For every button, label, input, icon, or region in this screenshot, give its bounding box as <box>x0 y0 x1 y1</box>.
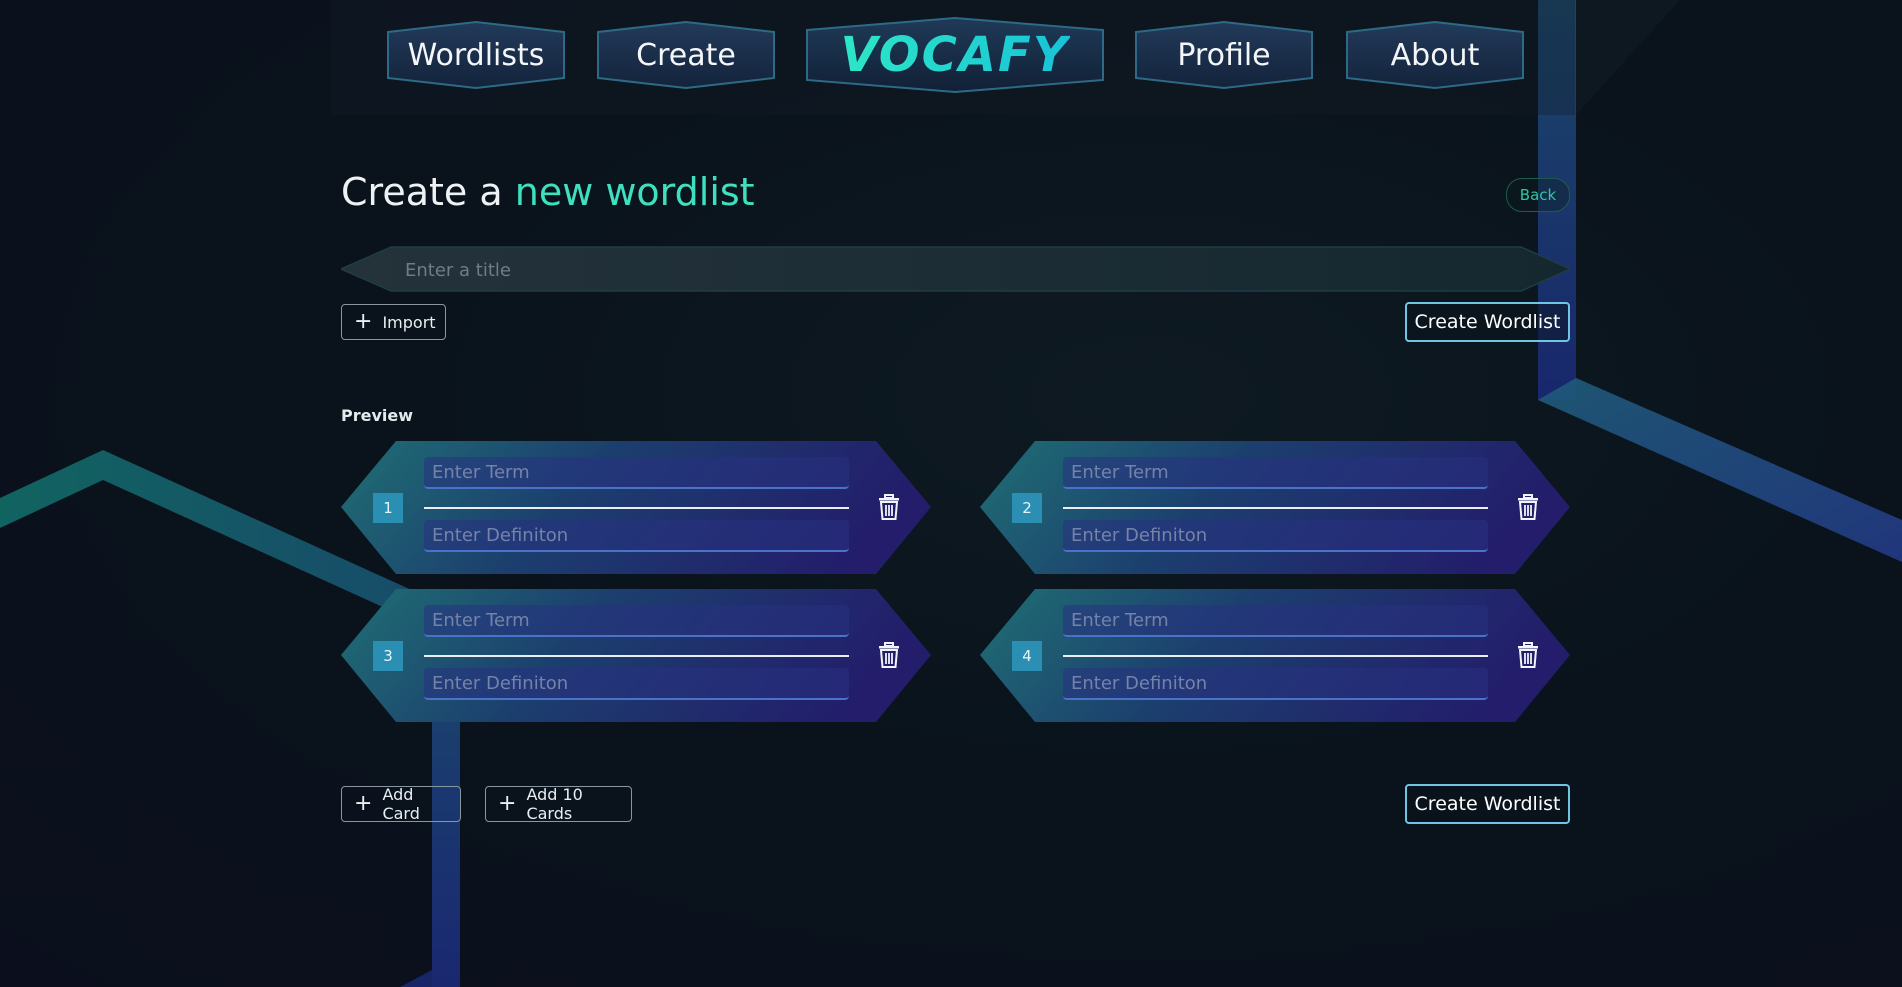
term-input[interactable] <box>424 457 849 489</box>
top-nav: Wordlists Create VOCAFY Profile About <box>0 16 1902 100</box>
trash-icon[interactable] <box>1516 494 1540 520</box>
trash-icon[interactable] <box>877 494 901 520</box>
card: 3 <box>341 589 931 722</box>
title-input[interactable] <box>403 253 1507 287</box>
definition-input[interactable] <box>424 520 849 552</box>
import-button[interactable]: + Import <box>341 304 446 340</box>
preview-label: Preview <box>341 406 414 425</box>
card-number: 2 <box>1012 493 1042 523</box>
card-divider <box>1063 507 1488 509</box>
card-divider <box>1063 655 1488 657</box>
definition-input[interactable] <box>1063 520 1488 552</box>
card-number: 1 <box>373 493 403 523</box>
create-wordlist-button-top[interactable]: Create Wordlist <box>1405 302 1570 342</box>
card: 1 <box>341 441 931 574</box>
create-wordlist-button-bottom[interactable]: Create Wordlist <box>1405 784 1570 824</box>
page-title: Create a new wordlist <box>341 170 755 214</box>
card: 2 <box>980 441 1570 574</box>
title-input-container <box>341 245 1570 293</box>
nav-item-wordlists[interactable]: Wordlists <box>380 20 572 90</box>
add-card-button[interactable]: + Add Card <box>341 785 461 823</box>
nav-item-about[interactable]: About <box>1339 20 1531 90</box>
nav-item-create[interactable]: Create <box>590 20 782 90</box>
trash-icon[interactable] <box>877 642 901 668</box>
trash-icon[interactable] <box>1516 642 1540 668</box>
nav-logo-home[interactable]: VOCAFY <box>801 16 1109 94</box>
back-button[interactable]: Back <box>1506 178 1570 212</box>
card: 4 <box>980 589 1570 722</box>
card-number: 4 <box>1012 641 1042 671</box>
definition-input[interactable] <box>1063 668 1488 700</box>
plus-icon: + <box>354 791 373 816</box>
card-divider <box>424 507 849 509</box>
term-input[interactable] <box>1063 605 1488 637</box>
card-number: 3 <box>373 641 403 671</box>
term-input[interactable] <box>1063 457 1488 489</box>
card-divider <box>424 655 849 657</box>
background-decoration <box>0 0 1902 987</box>
add-ten-cards-button[interactable]: + Add 10 Cards <box>485 785 632 823</box>
vocafy-logo: VOCAFY <box>840 27 1070 83</box>
term-input[interactable] <box>424 605 849 637</box>
plus-icon: + <box>354 309 373 334</box>
definition-input[interactable] <box>424 668 849 700</box>
plus-icon: + <box>498 791 517 816</box>
nav-item-profile[interactable]: Profile <box>1128 20 1320 90</box>
